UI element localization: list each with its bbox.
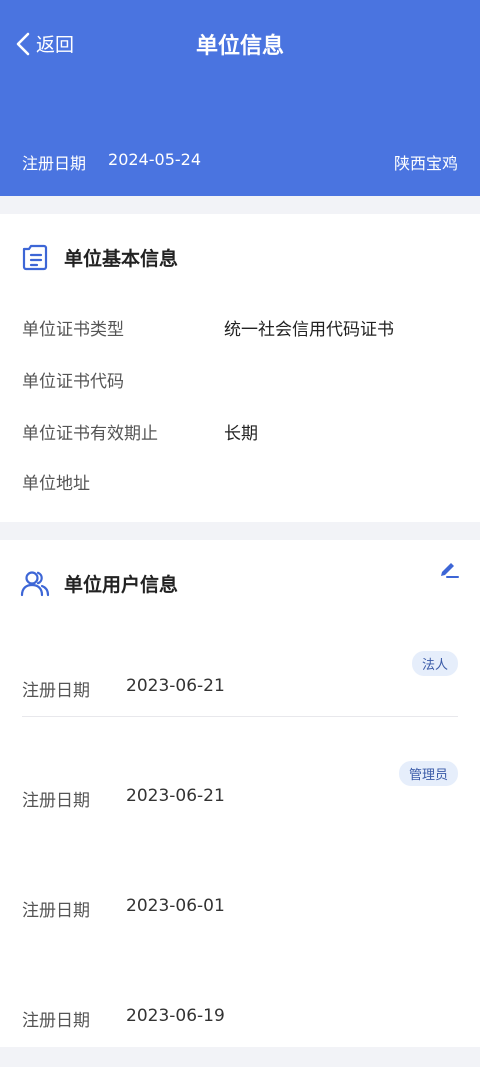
user-registration: 注册日期 2023-06-21 [22, 786, 225, 811]
registration-label: 注册日期 [22, 154, 87, 173]
registration-info: 注册日期 2024-05-24 [22, 150, 201, 174]
section-title: 单位用户信息 [64, 573, 179, 596]
section-title: 单位基本信息 [64, 247, 179, 270]
user-date-label: 注册日期 [22, 791, 90, 811]
user-info-card: 单位用户信息 法人 注册日期 2023-06-21 管理员 注册日期 2023-… [0, 540, 480, 1047]
header-bar: 返回 单位信息 注册日期 2024-05-24 陕西宝鸡 [0, 0, 480, 196]
user-date-label: 注册日期 [22, 901, 90, 921]
info-value: 长期 [224, 424, 258, 444]
users-icon [20, 571, 50, 597]
document-list-icon [22, 244, 48, 271]
info-label: 单位证书有效期止 [22, 424, 158, 444]
user-registration: 注册日期 2023-06-21 [22, 676, 225, 701]
user-registration: 注册日期 2023-06-01 [22, 896, 225, 921]
user-date: 2023-06-21 [126, 786, 225, 806]
info-row-cert-validity: 单位证书有效期止 长期 [22, 419, 258, 444]
user-registration: 注册日期 2023-06-19 [22, 1006, 225, 1031]
info-row-cert-code: 单位证书代码 [22, 367, 224, 392]
info-row-cert-type: 单位证书类型 统一社会信用代码证书 [22, 315, 394, 340]
registration-date: 2024-05-24 [108, 150, 201, 169]
info-row-address: 单位地址 [22, 469, 224, 494]
user-date-label: 注册日期 [22, 681, 90, 701]
edit-icon[interactable] [438, 558, 460, 580]
user-date-label: 注册日期 [22, 1011, 90, 1031]
basic-info-header: 单位基本信息 [20, 242, 178, 272]
user-date: 2023-06-19 [126, 1006, 225, 1026]
page-title: 单位信息 [195, 34, 284, 59]
info-value: 统一社会信用代码证书 [224, 320, 394, 340]
role-badge: 法人 [411, 651, 458, 676]
user-info-header: 单位用户信息 [20, 568, 178, 598]
info-label: 单位证书代码 [22, 372, 124, 392]
user-date: 2023-06-21 [126, 676, 225, 696]
user-date: 2023-06-01 [126, 896, 225, 916]
info-label: 单位地址 [22, 474, 90, 494]
basic-info-card: 单位基本信息 单位证书类型 统一社会信用代码证书 单位证书代码 单位证书有效期止… [0, 214, 480, 522]
role-badge: 管理员 [398, 761, 458, 786]
info-label: 单位证书类型 [22, 320, 124, 340]
region-label: 陕西宝鸡 [393, 154, 458, 173]
divider [22, 716, 458, 717]
